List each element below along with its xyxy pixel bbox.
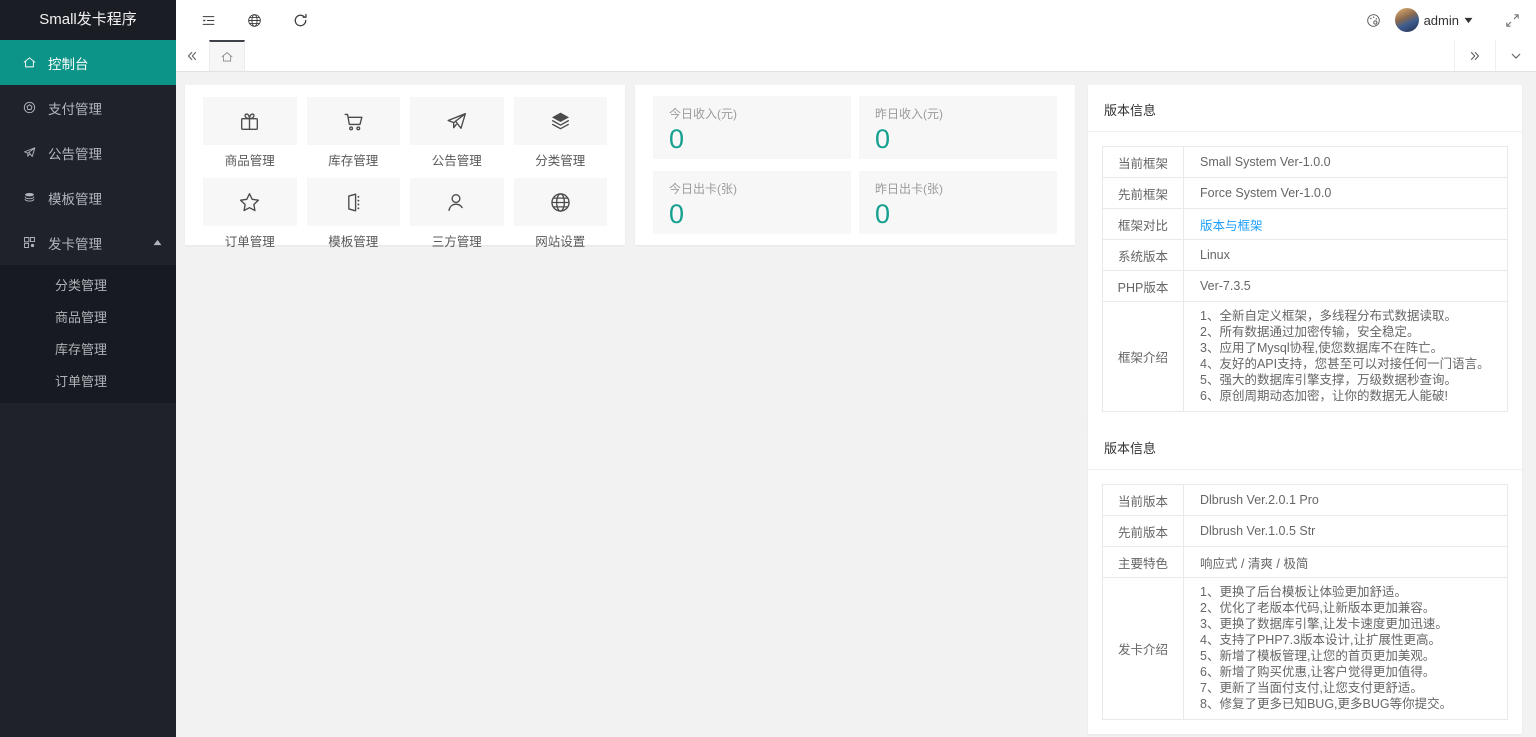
framework-version-table: 当前框架 Small System Ver-1.0.0 先前框架 Force S… [1102, 146, 1508, 412]
sidebar-item-label: 支付管理 [48, 98, 102, 118]
app-title: Small发卡程序 [0, 0, 176, 40]
sidebar-item-label: 控制台 [48, 53, 89, 73]
table-row: 主要特色 响应式 / 清爽 / 极简 [1103, 547, 1507, 578]
submenu-item-stock[interactable]: 库存管理 [0, 334, 176, 366]
table-row: 系统版本 Linux [1103, 240, 1507, 271]
sidebar-item-label: 发卡管理 [48, 233, 102, 253]
gift-icon [237, 109, 262, 134]
stat-today-income: 今日收入(元) 0 [653, 96, 851, 159]
quick-category[interactable]: 分类管理 [514, 97, 608, 175]
globe-icon [548, 190, 573, 215]
framework-version-panel: 版本信息 当前框架 Small System Ver-1.0.0 先前框架 Fo… [1088, 85, 1522, 426]
header-right-tools: admin [1365, 8, 1536, 32]
sidebar-item-template[interactable]: 模板管理 [0, 175, 176, 220]
quick-site-settings[interactable]: 网站设置 [514, 178, 608, 256]
sidebar-item-label: 公告管理 [48, 143, 102, 163]
caret-down-icon [1464, 17, 1473, 24]
tabs-scroll-left-button[interactable] [176, 40, 208, 71]
avatar [1395, 8, 1419, 32]
quick-actions-card: 商品管理 库存管理 公告管理 分类管理 订单管理 模板管理 [185, 85, 625, 245]
table-row: 当前框架 Small System Ver-1.0.0 [1103, 147, 1507, 178]
layers-icon [548, 109, 573, 134]
tabs-scroll-right-button[interactable] [1454, 40, 1495, 71]
table-row: 先前框架 Force System Ver-1.0.0 [1103, 178, 1507, 209]
stat-value: 0 [669, 199, 835, 230]
refresh-icon [292, 12, 309, 29]
stack-icon [22, 190, 37, 205]
stat-value: 0 [875, 124, 1041, 155]
paper-plane-icon [444, 109, 469, 134]
paper-plane-icon [22, 145, 37, 160]
stat-yesterday-cards: 昨日出卡(张) 0 [859, 171, 1057, 234]
stat-today-cards: 今日出卡(张) 0 [653, 171, 851, 234]
panel-title: 版本信息 [1088, 85, 1522, 132]
username: admin [1424, 13, 1459, 28]
stats-card: 今日收入(元) 0 昨日收入(元) 0 今日出卡(张) 0 昨日出卡(张) 0 [635, 85, 1075, 245]
stat-value: 0 [875, 199, 1041, 230]
sidebar-collapse-button[interactable] [200, 12, 217, 29]
framework-compare-link[interactable]: 版本与框架 [1200, 215, 1263, 234]
header-left-tools [176, 12, 309, 29]
double-chevron-left-icon [185, 49, 199, 63]
table-row: 当前版本 Dlbrush Ver.2.0.1 Pro [1103, 485, 1507, 516]
user-icon [444, 190, 469, 215]
fullscreen-button[interactable] [1504, 12, 1521, 29]
submenu-item-order[interactable]: 订单管理 [0, 366, 176, 398]
cart-icon [341, 109, 366, 134]
table-row: 框架对比 版本与框架 [1103, 209, 1507, 240]
tab-bar [176, 40, 1536, 72]
sidebar-item-card-manage[interactable]: 发卡管理 [0, 220, 176, 265]
table-row: 先前版本 Dlbrush Ver.1.0.5 Str [1103, 516, 1507, 547]
quick-template[interactable]: 模板管理 [307, 178, 401, 256]
stat-yesterday-income: 昨日收入(元) 0 [859, 96, 1057, 159]
refresh-button[interactable] [292, 12, 309, 29]
quick-order[interactable]: 订单管理 [203, 178, 297, 256]
table-row-framework-intro: 框架介绍 1、全新自定义框架，多线程分布式数据读取。 2、所有数据通过加密传输，… [1103, 302, 1507, 411]
double-chevron-right-icon [1468, 49, 1482, 63]
fullscreen-icon [1504, 12, 1521, 29]
sidebar-item-label: 模板管理 [48, 188, 102, 208]
user-menu[interactable]: admin [1395, 8, 1473, 32]
template-icon [341, 190, 366, 215]
tabs-menu-button[interactable] [1495, 40, 1536, 71]
chevron-down-icon [1509, 49, 1523, 63]
main-content: 商品管理 库存管理 公告管理 分类管理 订单管理 模板管理 [176, 72, 1536, 737]
tab-home[interactable] [209, 40, 245, 71]
globe-icon [246, 12, 263, 29]
card-grid-icon [22, 235, 37, 250]
sidebar-item-payment[interactable]: 支付管理 [0, 85, 176, 130]
panel-title: 版本信息 [1088, 423, 1522, 470]
sidebar-submenu: 分类管理 商品管理 库存管理 订单管理 [0, 265, 176, 403]
payment-icon [22, 100, 37, 115]
quick-goods[interactable]: 商品管理 [203, 97, 297, 175]
sidebar-item-announcement[interactable]: 公告管理 [0, 130, 176, 175]
sidebar-collapse-icon [200, 12, 217, 29]
product-version-table: 当前版本 Dlbrush Ver.2.0.1 Pro 先前版本 Dlbrush … [1102, 484, 1508, 720]
table-row-card-intro: 发卡介绍 1、更换了后台模板让体验更加舒适。 2、优化了老版本代码,让新版本更加… [1103, 578, 1507, 719]
language-button[interactable] [246, 12, 263, 29]
submenu-item-goods[interactable]: 商品管理 [0, 302, 176, 334]
chevron-up-icon [153, 239, 162, 246]
product-version-panel: 版本信息 当前版本 Dlbrush Ver.2.0.1 Pro 先前版本 Dlb… [1088, 423, 1522, 734]
home-icon [220, 50, 234, 64]
tabs-right-tools [1454, 40, 1536, 71]
submenu-item-category[interactable]: 分类管理 [0, 270, 176, 302]
sidebar: Small发卡程序 控制台 支付管理 公告管理 模板管理 发卡管理 分类管理 商… [0, 0, 176, 737]
stat-value: 0 [669, 124, 835, 155]
sidebar-item-console[interactable]: 控制台 [0, 40, 176, 85]
quick-thirdparty[interactable]: 三方管理 [410, 178, 504, 256]
quick-announcement[interactable]: 公告管理 [410, 97, 504, 175]
home-icon [22, 55, 37, 70]
top-header: admin [176, 0, 1536, 40]
quick-stock[interactable]: 库存管理 [307, 97, 401, 175]
theme-button[interactable] [1365, 12, 1382, 29]
table-row: PHP版本 Ver-7.3.5 [1103, 271, 1507, 302]
theme-palette-icon [1365, 12, 1382, 29]
star-icon [237, 190, 262, 215]
